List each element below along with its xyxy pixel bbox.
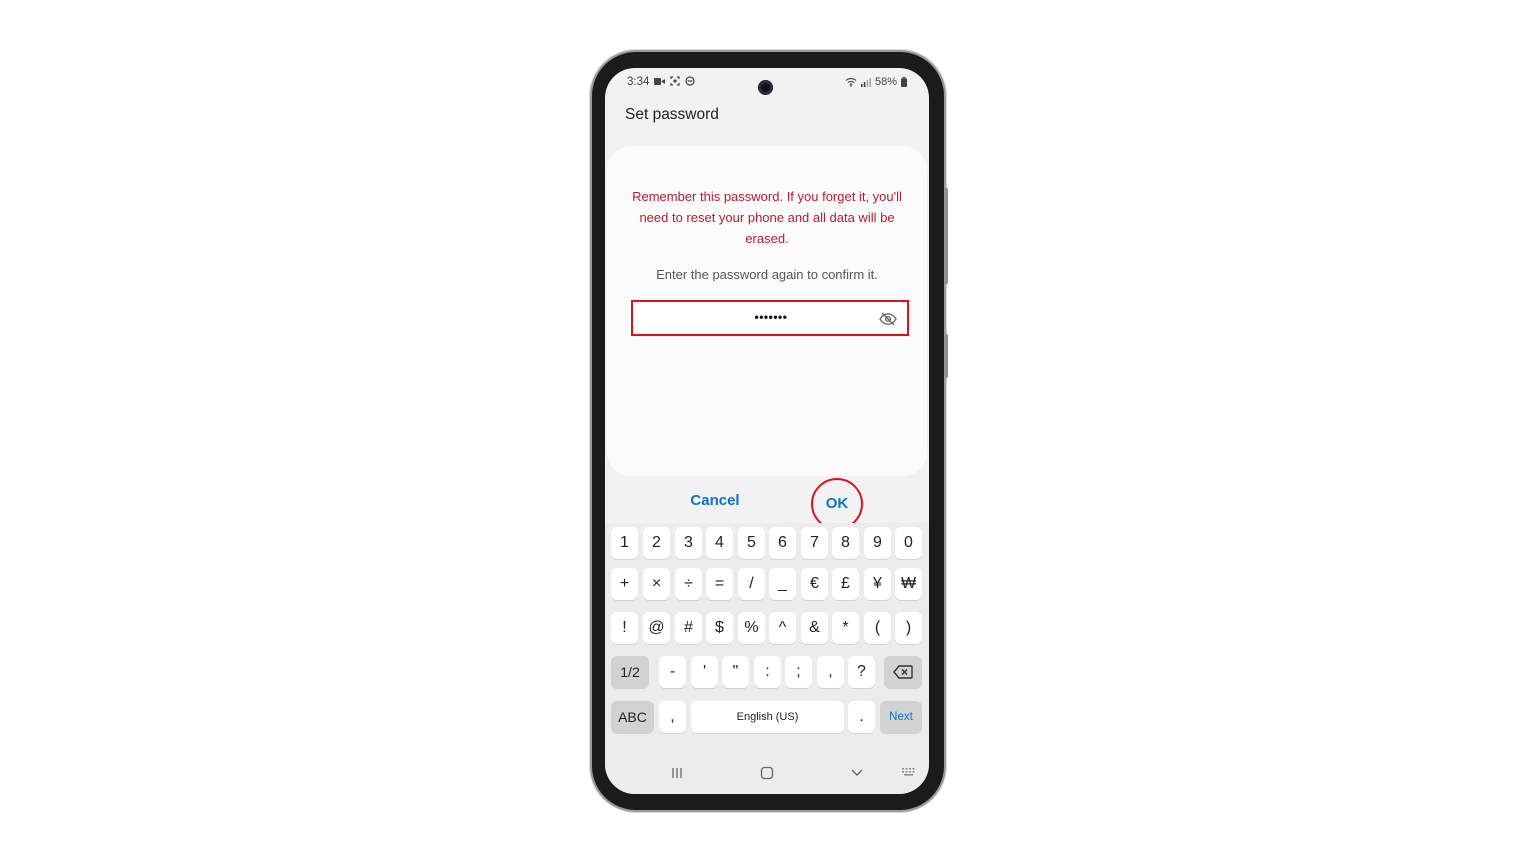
volume-button bbox=[945, 334, 948, 378]
screen: 3:34 58% Set password Remember this pass… bbox=[605, 68, 929, 794]
keyboard-icon[interactable] bbox=[901, 766, 917, 778]
key-semicolon[interactable]: ; bbox=[785, 656, 812, 688]
key-2[interactable]: 2 bbox=[643, 527, 670, 559]
warning-text: Remember this password. If you forget it… bbox=[632, 189, 902, 246]
key-apostrophe[interactable]: ' bbox=[691, 656, 718, 688]
do-not-disturb-icon bbox=[685, 76, 695, 86]
key-slash[interactable]: / bbox=[738, 568, 765, 600]
key-colon[interactable]: : bbox=[754, 656, 781, 688]
backspace-icon bbox=[893, 665, 913, 679]
wifi-icon bbox=[845, 78, 857, 87]
key-percent[interactable]: % bbox=[738, 612, 765, 644]
key-pound[interactable]: £ bbox=[832, 568, 859, 600]
backspace-key[interactable] bbox=[884, 656, 922, 688]
key-8[interactable]: 8 bbox=[832, 527, 859, 559]
key-4[interactable]: 4 bbox=[706, 527, 733, 559]
signal-icon bbox=[860, 78, 871, 87]
key-5[interactable]: 5 bbox=[738, 527, 765, 559]
key-comma-symbol[interactable]: , bbox=[817, 656, 844, 688]
key-equals[interactable]: = bbox=[706, 568, 733, 600]
key-yen[interactable]: ¥ bbox=[864, 568, 891, 600]
key-plus[interactable]: + bbox=[611, 568, 638, 600]
key-1[interactable]: 1 bbox=[611, 527, 638, 559]
recents-icon[interactable] bbox=[670, 766, 684, 780]
key-paren-open[interactable]: ( bbox=[864, 612, 891, 644]
home-icon[interactable] bbox=[760, 766, 774, 780]
instruction-text: Enter the password again to confirm it. bbox=[656, 267, 878, 282]
key-question[interactable]: ? bbox=[848, 656, 875, 688]
page-toggle-key[interactable]: 1/2 bbox=[611, 656, 649, 688]
key-period[interactable]: . bbox=[848, 701, 875, 733]
screenshot-icon bbox=[670, 76, 680, 86]
key-asterisk[interactable]: * bbox=[832, 612, 859, 644]
status-bar: 3:34 58% bbox=[605, 68, 929, 98]
key-hash[interactable]: # bbox=[675, 612, 702, 644]
power-button bbox=[945, 188, 948, 284]
key-divide[interactable]: ÷ bbox=[675, 568, 702, 600]
key-comma[interactable]: , bbox=[659, 701, 686, 733]
key-dollar[interactable]: $ bbox=[706, 612, 733, 644]
password-masked-value: ••••••• bbox=[754, 310, 788, 324]
key-underscore[interactable]: _ bbox=[769, 568, 796, 600]
video-record-icon bbox=[654, 77, 665, 85]
cancel-button[interactable]: Cancel bbox=[665, 492, 765, 509]
key-ampersand[interactable]: & bbox=[801, 612, 828, 644]
space-key[interactable]: English (US) bbox=[691, 701, 844, 733]
password-dialog: Remember this password. If you forget it… bbox=[607, 146, 927, 476]
key-euro[interactable]: € bbox=[801, 568, 828, 600]
password-input[interactable]: ••••••• bbox=[631, 300, 909, 336]
page-title: Set password bbox=[625, 106, 719, 123]
navigation-bar bbox=[605, 758, 929, 794]
abc-key[interactable]: ABC bbox=[611, 701, 654, 733]
key-9[interactable]: 9 bbox=[864, 527, 891, 559]
key-6[interactable]: 6 bbox=[769, 527, 796, 559]
front-camera bbox=[758, 80, 773, 95]
battery-percent: 58% bbox=[874, 76, 897, 88]
status-time: 3:34 bbox=[627, 76, 650, 88]
key-7[interactable]: 7 bbox=[801, 527, 828, 559]
key-3[interactable]: 3 bbox=[675, 527, 702, 559]
status-icons-right: 58% bbox=[845, 76, 907, 88]
battery-icon bbox=[901, 77, 907, 87]
key-caret[interactable]: ^ bbox=[769, 612, 796, 644]
dialog-buttons: Cancel OK bbox=[605, 478, 929, 530]
phone-frame: 3:34 58% Set password Remember this pass… bbox=[592, 52, 948, 810]
key-at[interactable]: @ bbox=[643, 612, 670, 644]
keyboard: 1 2 3 4 5 6 7 8 9 0 + × ÷ = / _ € £ ¥ ₩ … bbox=[605, 523, 929, 763]
next-key[interactable]: Next bbox=[880, 701, 922, 733]
back-icon[interactable] bbox=[850, 766, 864, 780]
key-won[interactable]: ₩ bbox=[895, 568, 922, 600]
key-quote[interactable]: " bbox=[722, 656, 749, 688]
status-icons-left bbox=[654, 76, 695, 86]
eye-hidden-icon[interactable] bbox=[879, 312, 897, 326]
key-hyphen[interactable]: - bbox=[659, 656, 686, 688]
key-0[interactable]: 0 bbox=[895, 527, 922, 559]
key-multiply[interactable]: × bbox=[643, 568, 670, 600]
key-exclamation[interactable]: ! bbox=[611, 612, 638, 644]
key-paren-close[interactable]: ) bbox=[895, 612, 922, 644]
